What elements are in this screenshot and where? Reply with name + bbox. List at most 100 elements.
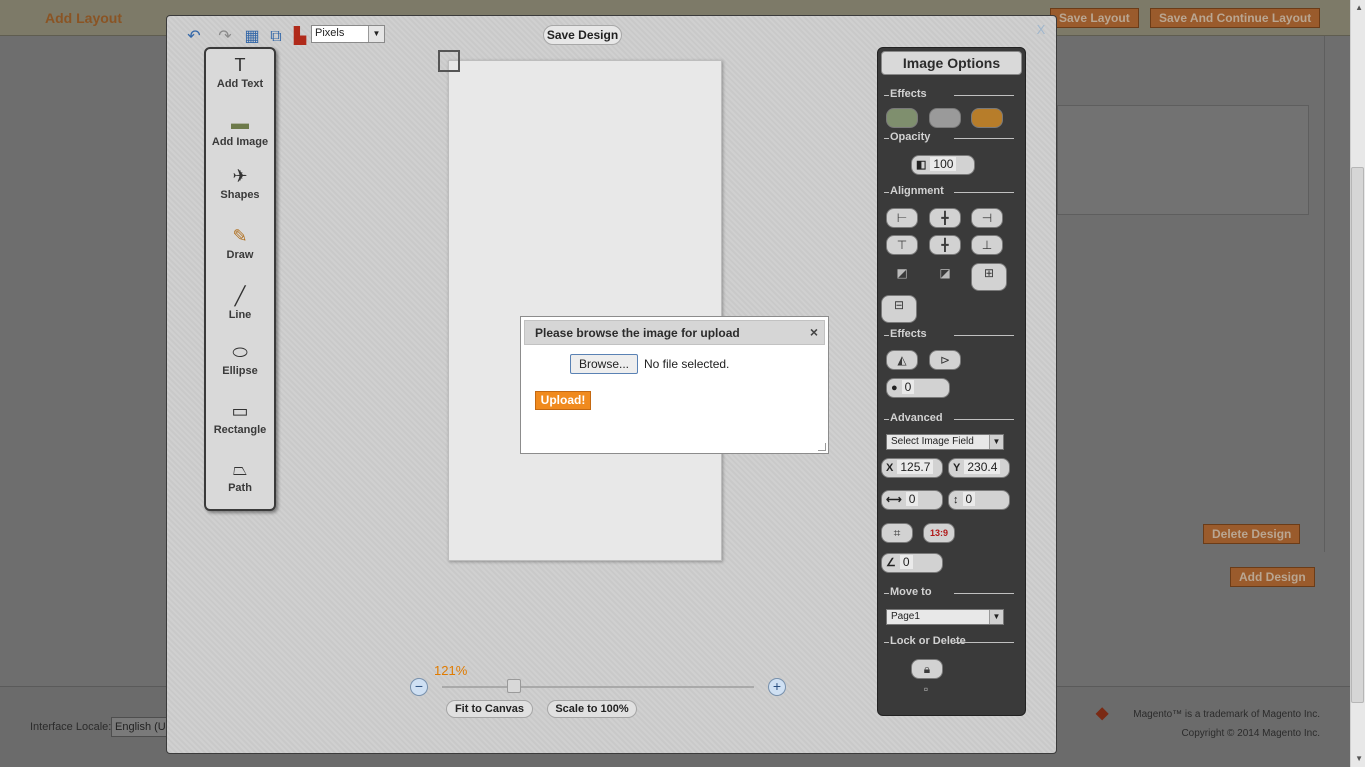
align-right-icon[interactable]: ⊣ (971, 208, 1003, 228)
x-position-input[interactable]: X 125.7 (881, 458, 943, 478)
chevron-down-icon: ▼ (989, 435, 1003, 449)
tool-path[interactable]: ⏢ Path (206, 458, 274, 494)
section-effects[interactable]: Effects (884, 88, 1014, 102)
tool-ellipse[interactable]: ⬭ Ellipse (206, 341, 274, 377)
width-value: 0 (905, 492, 919, 506)
upload-dialog-header: Please browse the image for upload × (524, 320, 825, 345)
tool-add-text[interactable]: T Add Text (206, 54, 274, 90)
tool-rectangle[interactable]: ▭ Rectangle (206, 400, 274, 436)
delete-page-icon[interactable]: ▙ (290, 27, 310, 47)
tool-line[interactable]: ╱ Line (206, 285, 274, 321)
opacity-input[interactable]: ◧ 100 (911, 155, 975, 175)
tool-shapes[interactable]: ✈ Shapes (206, 165, 274, 201)
page-title: Add Layout (45, 10, 122, 26)
scroll-thumb[interactable] (1351, 167, 1364, 703)
upload-button[interactable]: Upload! (535, 391, 591, 410)
layout-textarea (1057, 105, 1309, 215)
align-top-icon[interactable]: ⊤ (886, 235, 918, 255)
section-alignment[interactable]: Alignment (884, 185, 1014, 199)
zoom-in-icon[interactable]: + (768, 678, 786, 696)
section-advanced[interactable]: Advanced (884, 412, 1014, 426)
scroll-down-icon[interactable]: ▼ (1355, 754, 1363, 763)
y-label: Y (953, 462, 961, 474)
y-value: 230.4 (964, 460, 1001, 474)
move-to-page-select[interactable]: Page1 ▼ (886, 609, 1004, 625)
section-lock-delete[interactable]: Lock or Delete (884, 635, 1014, 649)
zoom-slider-handle[interactable] (507, 679, 521, 693)
image-field-select-value: Select Image Field (891, 436, 974, 447)
resize-grip-icon[interactable] (818, 443, 826, 451)
send-backward-icon[interactable]: ◪ (929, 264, 961, 284)
effect-normal-button[interactable] (886, 108, 918, 128)
delete-element-icon[interactable]: ▫ (916, 682, 936, 698)
ellipse-icon: ⬭ (232, 342, 248, 362)
undo-icon[interactable]: ↶ (184, 27, 204, 47)
x-value: 125.7 (897, 460, 934, 474)
grid-toggle-icon[interactable]: ▦ (242, 27, 262, 47)
zoom-percent: 121% (434, 663, 468, 678)
zoom-slider[interactable] (442, 686, 754, 688)
angle-input[interactable]: ∠ 0 (881, 553, 943, 573)
zoom-out-icon[interactable]: − (410, 678, 428, 696)
redo-icon[interactable]: ↷ (215, 27, 235, 47)
design-canvas[interactable] (448, 60, 722, 561)
crop-icon[interactable]: ⌗ (881, 523, 913, 543)
tool-label: Add Image (211, 136, 269, 148)
section-label: Lock or Delete (890, 635, 966, 647)
save-layout-button[interactable]: Save Layout (1050, 8, 1139, 28)
magento-logo-icon: ◆ (1096, 705, 1109, 722)
close-designer-button[interactable]: X (1034, 22, 1048, 38)
scroll-up-icon[interactable]: ▲ (1355, 3, 1363, 12)
chevron-down-icon: ▼ (989, 610, 1003, 624)
canvas-grid-icon[interactable] (438, 50, 460, 72)
section-label: Alignment (890, 185, 944, 197)
image-field-select[interactable]: Select Image Field ▼ (886, 434, 1004, 450)
image-tool-icon: ▬ (231, 113, 249, 133)
lock-icon[interactable]: 🔒︎ (911, 659, 943, 679)
tool-label: Ellipse (222, 365, 258, 377)
page-scrollbar[interactable]: ▲ ▼ (1350, 0, 1365, 767)
center-canvas-icon[interactable]: ⊞ (971, 263, 1007, 291)
align-center-icon[interactable]: ╋ (929, 208, 961, 228)
scale-to-100-button[interactable]: Scale to 100% (547, 700, 637, 718)
locale-select[interactable]: English (U (111, 717, 171, 737)
height-input[interactable]: ↕ 0 (948, 490, 1010, 510)
page-select-value: Page1 (891, 611, 920, 622)
locale-label: Interface Locale: (30, 721, 112, 733)
height-icon: ↕ (953, 494, 959, 506)
save-design-button[interactable]: Save Design (543, 25, 622, 45)
align-left-icon[interactable]: ⊢ (886, 208, 918, 228)
tool-label: Shapes (220, 189, 260, 201)
section-effects-2[interactable]: Effects (884, 328, 1014, 342)
delete-design-button[interactable]: Delete Design (1203, 524, 1301, 544)
width-icon: ⟷ (886, 494, 902, 506)
height-value: 0 (962, 492, 976, 506)
section-label: Advanced (890, 412, 943, 424)
browse-button[interactable]: Browse... (570, 354, 638, 374)
y-position-input[interactable]: Y 230.4 (948, 458, 1010, 478)
width-input[interactable]: ⟷ 0 (881, 490, 943, 510)
section-move-to[interactable]: Move to (884, 586, 1014, 600)
blur-input[interactable]: ● 0 (886, 378, 950, 398)
section-opacity[interactable]: Opacity (884, 131, 1014, 145)
close-icon[interactable]: × (810, 324, 818, 340)
path-icon: ⏢ (232, 459, 248, 479)
trademark-text: Magento™ is a trademark of Magento Inc. (1133, 709, 1320, 720)
copy-icon[interactable]: ⧉ (266, 27, 286, 47)
effect-sepia-button[interactable] (971, 108, 1003, 128)
add-design-button[interactable]: Add Design (1230, 567, 1315, 587)
aspect-ratio-button[interactable]: 13:9 (923, 523, 955, 543)
fit-to-canvas-button[interactable]: Fit to Canvas (446, 700, 533, 718)
tool-add-image[interactable]: ▬ Add Image (206, 112, 274, 148)
effect-grayscale-button[interactable] (929, 108, 961, 128)
align-bottom-icon[interactable]: ⊥ (971, 235, 1003, 255)
align-middle-icon[interactable]: ╋ (929, 235, 961, 255)
flip-vertical-icon[interactable]: ⊳ (929, 350, 961, 370)
bring-forward-icon[interactable]: ◩ (886, 264, 918, 284)
tool-draw[interactable]: ✎ Draw (206, 225, 274, 261)
flip-horizontal-icon[interactable]: ◭ (886, 350, 918, 370)
copyright-text: Copyright © 2014 Magento Inc. (1181, 728, 1320, 739)
save-continue-layout-button[interactable]: Save And Continue Layout (1150, 8, 1321, 28)
unit-select[interactable]: Pixels ▼ (311, 25, 385, 43)
fit-frame-icon[interactable]: ⊟ (881, 295, 917, 323)
